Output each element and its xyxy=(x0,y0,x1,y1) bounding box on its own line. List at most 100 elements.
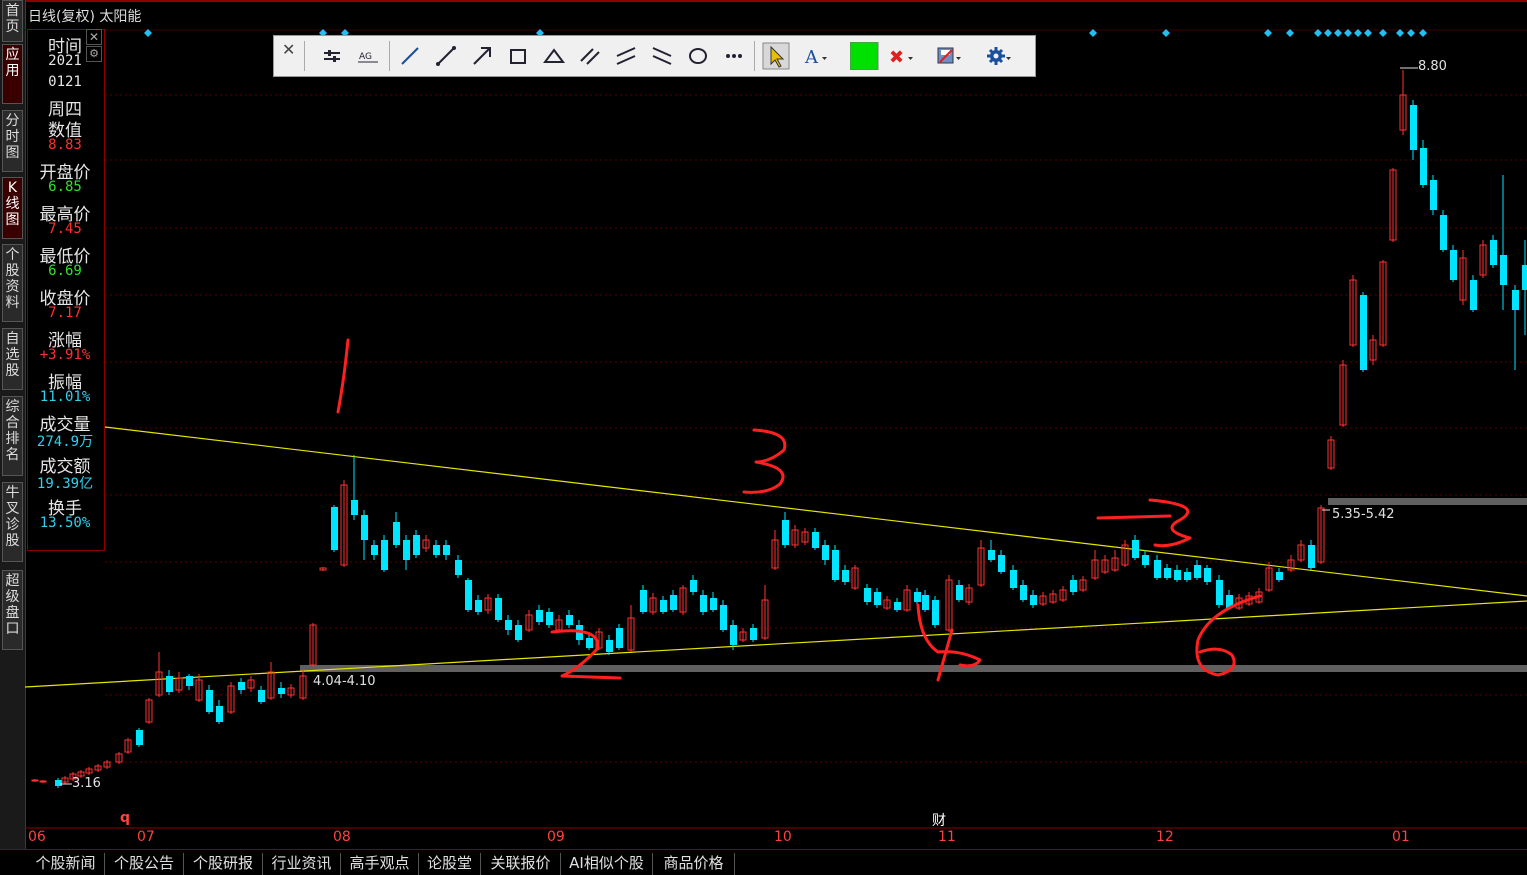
candle-body-down xyxy=(660,600,667,612)
candle-body-down xyxy=(361,515,368,540)
bottom-tab-2[interactable]: 个股研报 xyxy=(184,853,263,875)
info-panel-close-icon[interactable]: ✕ xyxy=(86,29,102,45)
tool-font-icon[interactable]: A xyxy=(800,42,828,70)
handwritten-annotation-label: 4 xyxy=(942,640,943,641)
support-zone-tag: 4.04-4.10 xyxy=(313,674,376,689)
x-axis-label: 08 xyxy=(333,829,351,845)
resistance-zone-bar xyxy=(1328,498,1527,505)
candle-body-down xyxy=(515,625,522,640)
tool-parallel-icon[interactable] xyxy=(576,42,604,70)
handwritten-annotation-label: 2 xyxy=(575,650,576,651)
candle-body-down xyxy=(278,688,285,694)
annotation-3-stroke xyxy=(742,428,787,494)
tool-more-icon[interactable] xyxy=(720,42,748,70)
candle-body-up xyxy=(31,779,39,782)
candle-body-down xyxy=(505,620,512,630)
candle-body-down xyxy=(1174,570,1181,580)
candle-body-down xyxy=(166,676,173,692)
tool-segment-icon[interactable] xyxy=(432,42,460,70)
candle-body-down xyxy=(932,600,939,625)
info-value: 11.01% xyxy=(39,389,91,405)
candle-body-down xyxy=(186,676,193,686)
info-value: 8.83 xyxy=(48,137,82,153)
candle-body-down xyxy=(1030,595,1037,605)
x-axis-label: 06 xyxy=(28,829,46,845)
candle-body-down xyxy=(566,615,573,625)
candle-body-down xyxy=(998,555,1005,572)
tool-text-label-icon[interactable]: AG xyxy=(354,42,382,70)
info-value: +3.91% xyxy=(39,347,91,363)
tool-close-icon[interactable]: ✕ xyxy=(276,36,295,64)
svg-text:✖: ✖ xyxy=(889,47,904,68)
bottom-tab-3[interactable]: 行业资讯 xyxy=(263,853,341,875)
candle-body-down xyxy=(730,625,737,645)
candle-body-down xyxy=(1440,215,1447,250)
candle-body-down xyxy=(616,628,623,648)
bottom-tab-7[interactable]: AI相似个股 xyxy=(561,853,653,875)
candle-body-down xyxy=(216,706,223,722)
handwritten-annotation-label: 1 xyxy=(334,390,335,391)
tool-channel-icon[interactable] xyxy=(612,42,640,70)
tool-ellipse-icon[interactable] xyxy=(684,42,712,70)
candle-body-down xyxy=(874,592,881,605)
info-value: 6.69 xyxy=(48,263,82,279)
low-price-tag: 3.16 xyxy=(72,776,101,791)
toolbar-separator xyxy=(304,41,305,71)
info-value: 19.39亿 xyxy=(36,476,94,492)
tool-line-icon[interactable] xyxy=(396,42,424,70)
bottom-tab-6[interactable]: 关联报价 xyxy=(481,853,561,875)
q-marker: q xyxy=(120,810,131,826)
candle-body-down xyxy=(495,598,502,620)
info-panel-settings-icon[interactable]: ⚙ xyxy=(86,46,102,62)
candle-body-down xyxy=(393,522,400,545)
tool-delete-icon[interactable]: ✖ xyxy=(886,42,914,70)
candle-body-down xyxy=(136,730,143,745)
tool-color-icon[interactable] xyxy=(850,42,879,70)
candle-body-down xyxy=(1020,585,1027,600)
tool-rectangle-icon[interactable] xyxy=(504,42,532,70)
candle-body-down xyxy=(1490,240,1497,265)
candle-body-down xyxy=(1500,255,1507,285)
bottom-tab-5[interactable]: 论股堂 xyxy=(419,853,481,875)
candle-body-down xyxy=(1132,540,1139,558)
info-value: 274.9万 xyxy=(36,434,94,450)
bottom-tab-8[interactable]: 商品价格 xyxy=(653,853,735,875)
candle-body-down xyxy=(1470,280,1477,310)
tool-adjust-icon[interactable] xyxy=(318,42,346,70)
candle-body-down xyxy=(720,605,727,630)
info-value: 0121 xyxy=(48,74,82,90)
tool-save-icon[interactable] xyxy=(934,42,962,70)
financial-report-marker: 财 xyxy=(932,813,946,829)
candle-body-down xyxy=(1204,568,1211,582)
bottom-tab-1[interactable]: 个股公告 xyxy=(105,853,184,875)
bottom-tab-0[interactable]: 个股新闻 xyxy=(27,853,105,875)
drawing-toolbar: ✕ AG A ✖ xyxy=(273,35,1036,77)
candle-body-down xyxy=(546,612,553,625)
tool-arrow-icon[interactable] xyxy=(468,42,496,70)
high-price-tag: 8.80 xyxy=(1418,59,1447,74)
candle-body-down xyxy=(413,535,420,555)
tool-settings-icon[interactable] xyxy=(984,42,1012,70)
svg-text:A: A xyxy=(804,47,819,68)
annotation-5-stroke xyxy=(1096,498,1192,548)
toolbar-separator xyxy=(754,41,755,71)
tool-pointer-icon[interactable] xyxy=(762,42,790,70)
candle-body-down xyxy=(700,595,707,612)
candle-body-down xyxy=(922,595,929,610)
kline-chart[interactable] xyxy=(0,0,1527,874)
bottom-tab-4[interactable]: 高手观点 xyxy=(341,853,419,875)
candle-body-down xyxy=(1308,545,1315,568)
resistance-trendline xyxy=(104,426,1527,597)
annotation-1-stroke xyxy=(336,338,350,414)
candle-body-down xyxy=(1512,290,1519,310)
candle-body-down xyxy=(1010,570,1017,588)
candle-body-down xyxy=(710,598,717,610)
annotation-6-stroke xyxy=(1195,594,1262,677)
candle-body-down xyxy=(1420,148,1427,185)
tool-triangle-icon[interactable] xyxy=(540,42,568,70)
handwritten-annotation-label: 6 xyxy=(1212,660,1213,661)
candle-body-down xyxy=(331,507,338,550)
candle-body-down xyxy=(1070,580,1077,592)
candle-body-down xyxy=(670,595,677,610)
tool-wave-icon[interactable] xyxy=(648,42,676,70)
